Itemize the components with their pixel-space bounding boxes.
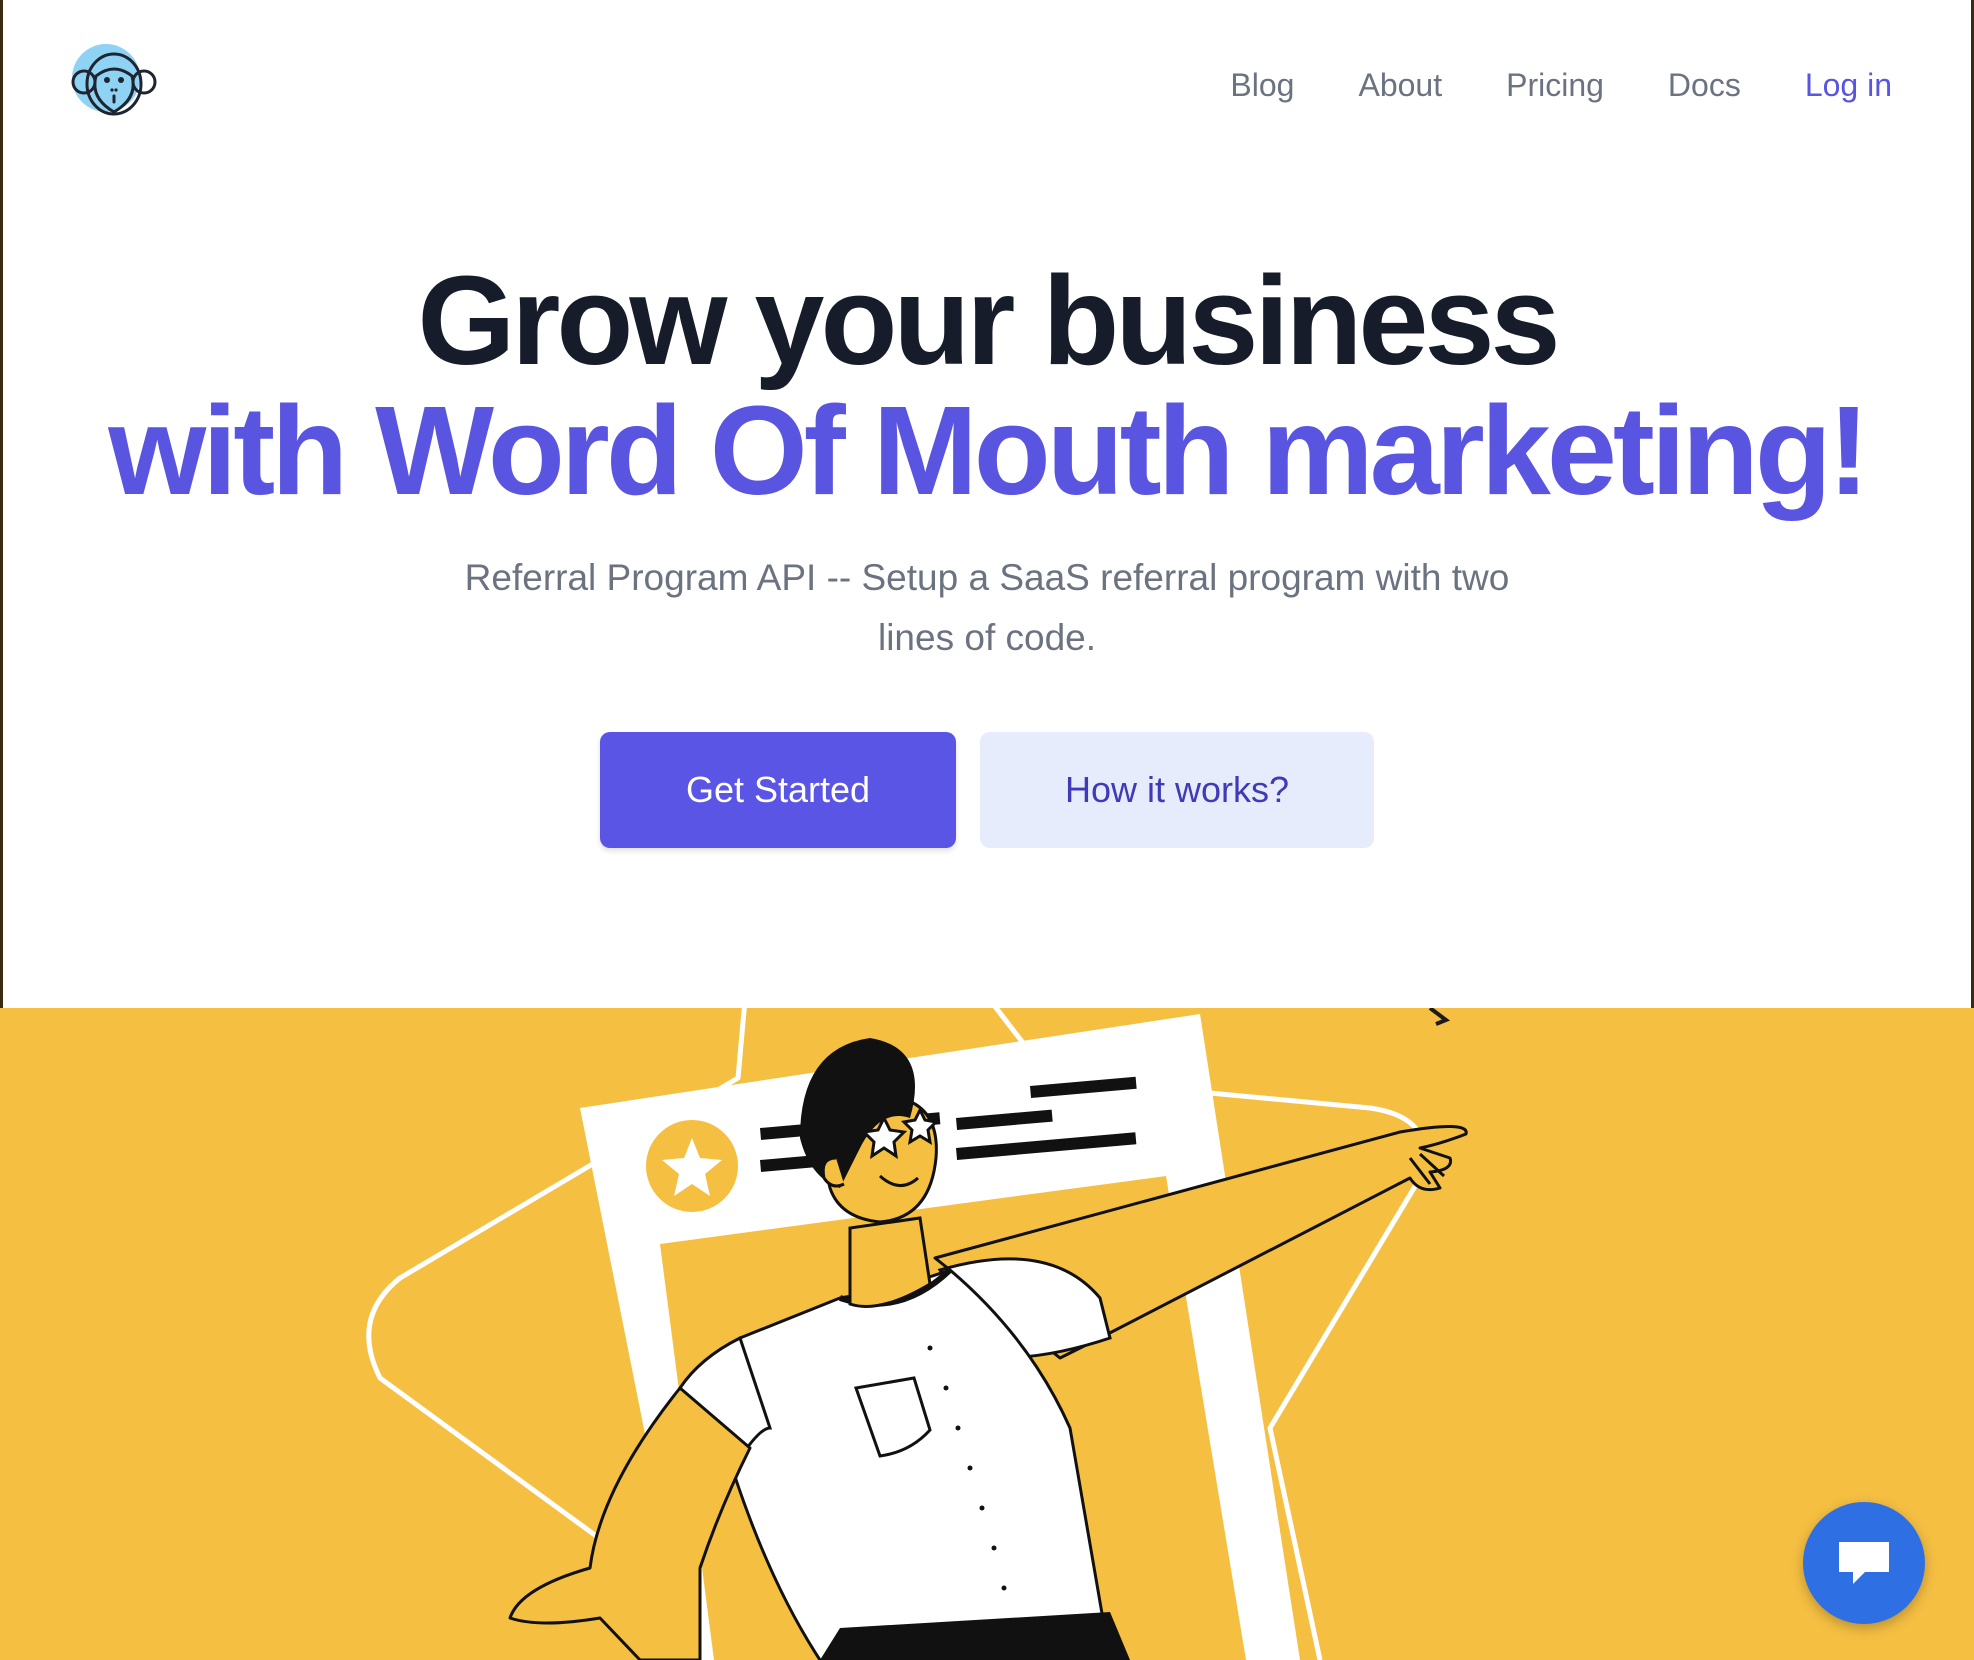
hero-illustration-band — [0, 1008, 1974, 1660]
get-started-button[interactable]: Get Started — [600, 732, 956, 848]
nav-docs-link[interactable]: Docs — [1668, 60, 1741, 110]
chat-bubble-icon — [1839, 1542, 1889, 1584]
pointing-man-illustration — [366, 1008, 1468, 1660]
nav-login-link[interactable]: Log in — [1805, 60, 1892, 110]
nav-about-link[interactable]: About — [1358, 60, 1442, 110]
nav-blog-link[interactable]: Blog — [1230, 60, 1294, 110]
hero-title: Grow your business with Word Of Mouth ma… — [0, 255, 1974, 517]
monkey-logo-icon[interactable] — [66, 38, 162, 134]
star-badge-icon — [646, 1120, 738, 1212]
nav-pricing-link[interactable]: Pricing — [1506, 60, 1604, 110]
how-it-works-button[interactable]: How it works? — [980, 732, 1374, 848]
hero-subtitle: Referral Program API -- Setup a SaaS ref… — [464, 557, 1510, 658]
top-nav: Blog About Pricing Docs Log in — [1166, 60, 1892, 110]
hero-title-line1: Grow your business — [417, 250, 1560, 391]
landing-page: Blog About Pricing Docs Log in Grow your… — [0, 0, 1974, 1660]
hero-title-line2: with Word Of Mouth marketing! — [108, 380, 1870, 521]
chat-widget-button[interactable] — [1803, 1502, 1925, 1624]
